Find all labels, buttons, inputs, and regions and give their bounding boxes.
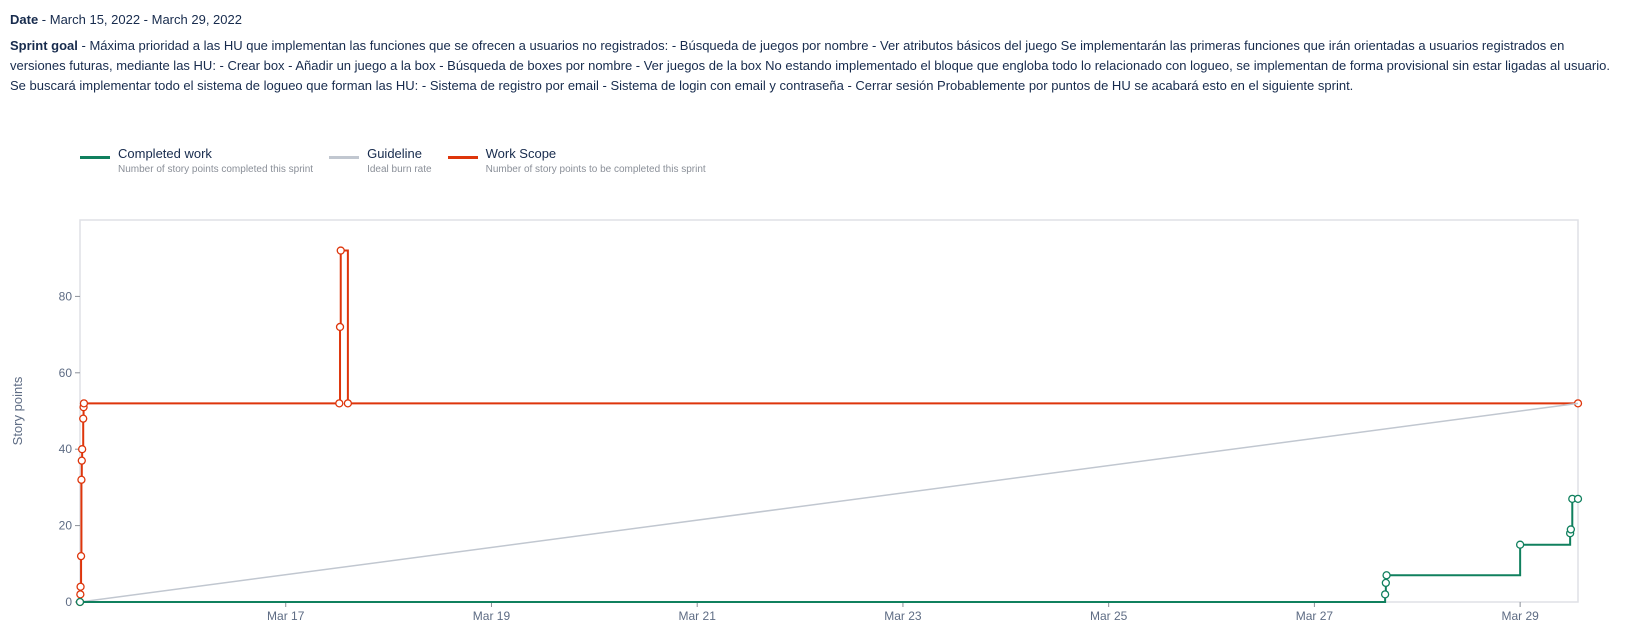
legend-desc: Ideal burn rate (367, 164, 432, 175)
x-tick-label: Mar 27 (1296, 609, 1334, 623)
data-point-work-scope (76, 552, 86, 561)
data-point-work-scope (76, 590, 85, 599)
goal-label: Sprint goal (10, 38, 78, 53)
series-line-completed-work (80, 497, 1578, 603)
x-tick-label: Mar 17 (267, 609, 305, 623)
data-point-completed-work (1566, 525, 1576, 534)
legend-desc: Number of story points completed this sp… (118, 164, 314, 175)
burnup-chart-svg: 0 20 40 60 80 Mar 17 Mar 19 Mar 21 Mar 23 Mar 25 M… (10, 219, 1583, 623)
y-axis-title: Story points (10, 376, 25, 445)
data-point-completed-work (1382, 571, 1391, 580)
y-tick-label: 40 (59, 442, 73, 456)
legend-item-work-scope[interactable]: Work Scope Number of story points to be … (447, 145, 706, 177)
chart-legend: Completed work Number of story points co… (80, 145, 706, 177)
legend-desc: Number of story points to be completed t… (485, 164, 706, 175)
y-tick-label: 60 (59, 366, 73, 380)
data-point-work-scope (79, 399, 89, 408)
x-tick-label: Mar 29 (1501, 609, 1539, 623)
legend-item-guideline[interactable]: Guideline Ideal burn rate (329, 145, 432, 177)
burnup-chart: 0 20 40 60 80 Mar 17 Mar 19 Mar 21 Mar 23 Mar 25 M… (0, 200, 1626, 626)
y-tick-label: 20 (59, 519, 73, 533)
date-value: - March 15, 2022 - March 29, 2022 (38, 12, 242, 27)
data-point-completed-work (1515, 540, 1525, 549)
y-tick-label: 80 (59, 289, 73, 303)
plot-frame (79, 219, 1579, 603)
sprint-date: Date - March 15, 2022 - March 29, 2022 (10, 10, 1610, 30)
legend-title: Completed work (118, 146, 212, 161)
legend-title: Guideline (367, 146, 423, 161)
data-point-work-scope (335, 322, 345, 332)
data-point-work-scope (335, 399, 344, 408)
data-point-completed-work (75, 597, 85, 607)
legend-swatch-guideline (329, 156, 360, 159)
y-tick-label: 0 (65, 595, 72, 609)
data-point-work-scope (77, 445, 87, 454)
sprint-goal: Sprint goal - Máxima prioridad a las HU … (10, 36, 1610, 96)
x-tick-label: Mar 25 (1090, 609, 1128, 623)
data-point-completed-work (1573, 494, 1583, 504)
data-point-work-scope (343, 399, 353, 408)
sprint-header: Date - March 15, 2022 - March 29, 2022 S… (10, 10, 1610, 96)
data-point-work-scope (76, 582, 85, 591)
goal-text: - Máxima prioridad a las HU que implemen… (10, 38, 1610, 93)
legend-swatch-work-scope (447, 156, 478, 159)
x-tick-label: Mar 21 (679, 609, 717, 623)
data-point-work-scope (336, 246, 345, 255)
data-point-work-scope (77, 475, 86, 484)
series-line-guideline (79, 402, 1579, 603)
data-point-completed-work (1381, 578, 1390, 588)
series-line-work-scope (79, 249, 1578, 603)
data-point-completed-work (1380, 590, 1390, 599)
legend-swatch-completed-work (80, 156, 110, 159)
x-tick-label: Mar 23 (884, 609, 922, 623)
data-point-work-scope (77, 456, 86, 465)
date-label: Date (10, 12, 39, 27)
legend-item-completed-work[interactable]: Completed work Number of story points co… (80, 145, 313, 177)
legend-title: Work Scope (485, 146, 557, 161)
x-tick-label: Mar 19 (473, 609, 511, 623)
data-point-work-scope (79, 414, 88, 423)
